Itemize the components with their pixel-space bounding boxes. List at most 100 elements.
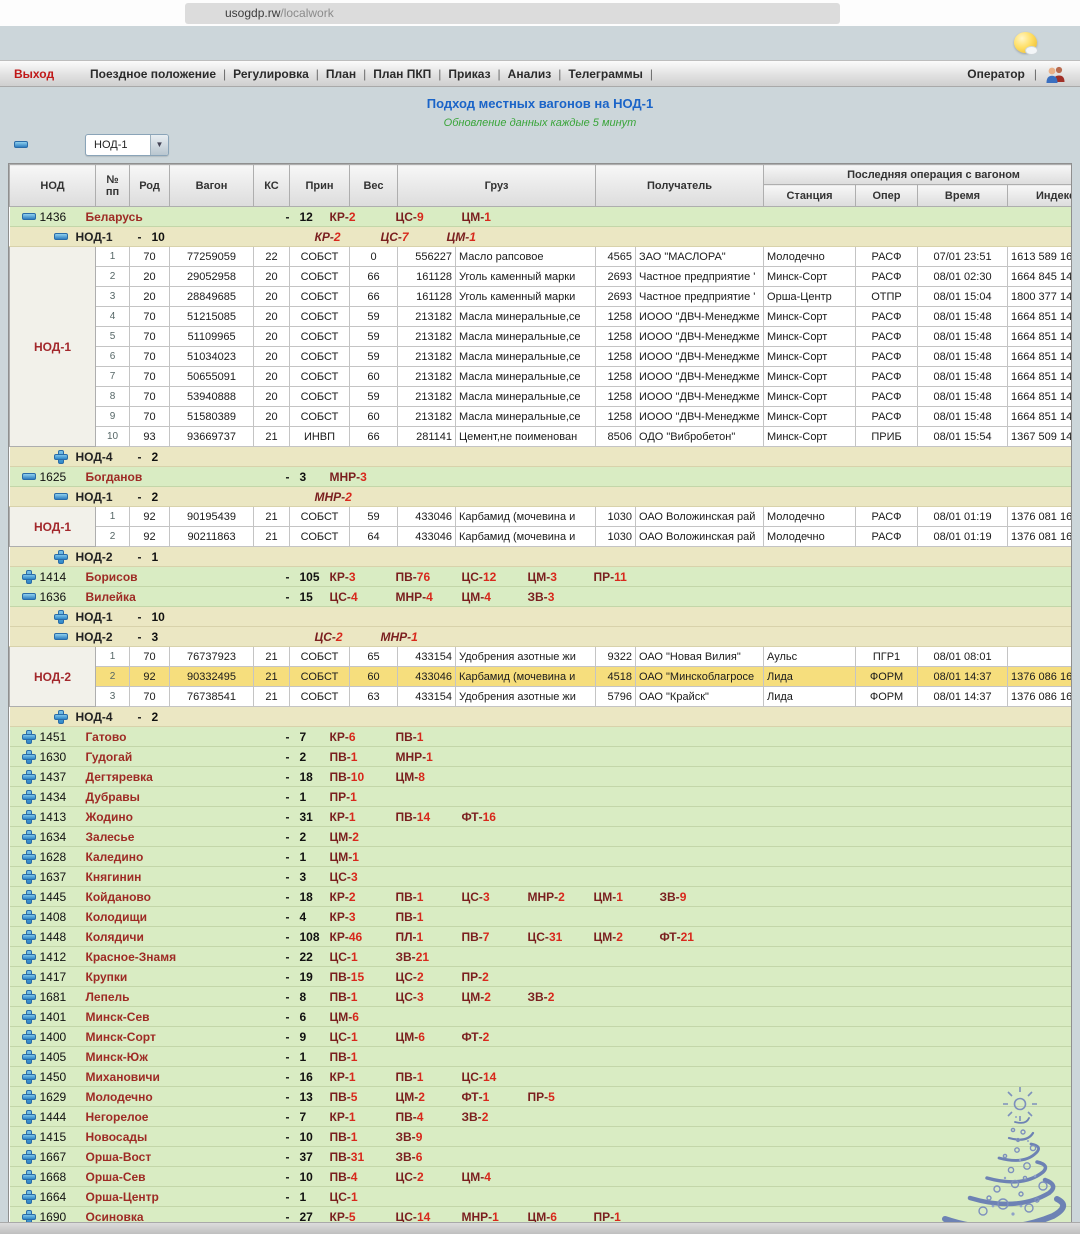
station-group-row[interactable]: 1668Орша-Сев-10ПВ-4ЦС-2ЦМ-4 [10, 1167, 1073, 1187]
station-group-row[interactable]: 1414Борисов-105КР-3ПВ-76ЦС-12ЦМ-3ПР-11 [10, 567, 1073, 587]
expand-icon[interactable] [22, 890, 36, 904]
wagon-row[interactable]: 2929021186321СОБСТ64433046Карбамид (моче… [10, 527, 1073, 547]
expand-icon[interactable] [22, 990, 36, 1004]
tree-toggle[interactable] [10, 950, 40, 964]
wagon-row[interactable]: 3202884968520СОБСТ66161128Уголь каменный… [10, 287, 1073, 307]
station-group-row[interactable]: 1413Жодино-31КР-1ПВ-14ФТ-16 [10, 807, 1073, 827]
station-group-row[interactable]: 1415Новосады-10ПВ-1ЗВ-9 [10, 1127, 1073, 1147]
station-group-row[interactable]: 1634Залесье-2ЦМ-2 [10, 827, 1073, 847]
exit-link[interactable]: Выход [14, 67, 86, 81]
tree-toggle[interactable] [10, 870, 40, 884]
tree-toggle[interactable] [54, 633, 76, 640]
tree-toggle[interactable] [54, 233, 76, 240]
station-group-row[interactable]: 1437Дегтяревка-18ПВ-10ЦМ-8 [10, 767, 1073, 787]
tree-toggle[interactable] [10, 850, 40, 864]
address-bar[interactable]: usogdp.rw/localwork [185, 3, 840, 24]
wagon-row[interactable]: 9705158038920СОБСТ60213182Масла минераль… [10, 407, 1073, 427]
nod-subgroup-row[interactable]: НОД-2-1 [10, 547, 1073, 567]
wagon-row[interactable]: 8705394088820СОБСТ59213182Масла минераль… [10, 387, 1073, 407]
tree-toggle[interactable] [10, 1090, 40, 1104]
expand-icon[interactable] [54, 710, 68, 724]
menu-item[interactable]: План ПКП [373, 67, 431, 81]
expand-icon[interactable] [54, 610, 68, 624]
expand-icon[interactable] [54, 550, 68, 564]
expand-icon[interactable] [22, 930, 36, 944]
station-group-row[interactable]: 1636Вилейка-15ЦС-4МНР-4ЦМ-4ЗВ-3 [10, 587, 1073, 607]
tree-toggle[interactable] [10, 570, 40, 584]
expand-icon[interactable] [22, 1190, 36, 1204]
nod-subgroup-row[interactable]: НОД-1-10КР-2ЦС-7ЦМ-1 [10, 227, 1073, 247]
wagon-row[interactable]: НОД-11707725905922СОБСТ0556227Масло рапс… [10, 247, 1073, 267]
tree-toggle[interactable] [10, 970, 40, 984]
station-group-row[interactable]: 1625Богданов-3МНР-3 [10, 467, 1073, 487]
tree-toggle[interactable] [54, 450, 76, 464]
tree-toggle[interactable] [10, 1150, 40, 1164]
tree-toggle[interactable] [10, 910, 40, 924]
station-group-row[interactable]: 1400Минск-Сорт-9ЦС-1ЦМ-6ФТ-2 [10, 1027, 1073, 1047]
chevron-down-icon[interactable]: ▼ [150, 135, 168, 155]
wagon-row[interactable]: 6705103402320СОБСТ59213182Масла минераль… [10, 347, 1073, 367]
wagon-row[interactable]: НОД-21707673792321СОБСТ65433154Удобрения… [10, 647, 1073, 667]
station-group-row[interactable]: 1681Лепель-8ПВ-1ЦС-3ЦМ-2ЗВ-2 [10, 987, 1073, 1007]
nod-subgroup-row[interactable]: НОД-4-2 [10, 707, 1073, 727]
chat-balloon-icon[interactable] [1014, 32, 1040, 56]
tree-toggle[interactable] [10, 1170, 40, 1184]
expand-icon[interactable] [22, 1170, 36, 1184]
station-group-row[interactable]: 1629Молодечно-13ПВ-5ЦМ-2ФТ-1ПР-5 [10, 1087, 1073, 1107]
station-group-row[interactable]: 1401Минск-Сев-6ЦМ-6 [10, 1007, 1073, 1027]
tree-toggle[interactable] [10, 770, 40, 784]
tree-toggle[interactable] [10, 790, 40, 804]
tree-toggle[interactable] [10, 890, 40, 904]
nod-subgroup-row[interactable]: НОД-4-2 [10, 447, 1073, 467]
collapse-icon[interactable] [22, 213, 36, 220]
station-group-row[interactable]: 1664Орша-Центр-1ЦС-1 [10, 1187, 1073, 1207]
station-group-row[interactable]: 1450Михановичи-16КР-1ПВ-1ЦС-14 [10, 1067, 1073, 1087]
tree-toggle[interactable] [10, 990, 40, 1004]
wagon-row[interactable]: 10939366973721ИНВП66281141Цемент,не поим… [10, 427, 1073, 447]
station-group-row[interactable]: 1434Дубравы-1ПР-1 [10, 787, 1073, 807]
wagon-row[interactable]: 2929033249521СОБСТ60433046Карбамид (моче… [10, 667, 1073, 687]
expand-icon[interactable] [22, 750, 36, 764]
expand-icon[interactable] [22, 870, 36, 884]
expand-icon[interactable] [22, 770, 36, 784]
menu-item[interactable]: План [326, 67, 356, 81]
operator-link[interactable]: Оператор [967, 67, 1025, 81]
station-group-row[interactable]: 1444Негорелое-7КР-1ПВ-4ЗВ-2 [10, 1107, 1073, 1127]
wagon-row[interactable]: НОД-11929019543921СОБСТ59433046Карбамид … [10, 507, 1073, 527]
menu-item[interactable]: Поездное положение [90, 67, 216, 81]
expand-icon[interactable] [22, 1150, 36, 1164]
tree-toggle[interactable] [54, 550, 76, 564]
horizontal-scrollbar[interactable] [0, 1222, 1080, 1234]
expand-icon[interactable] [22, 1010, 36, 1024]
tree-toggle[interactable] [10, 1050, 40, 1064]
expand-icon[interactable] [22, 1030, 36, 1044]
expand-icon[interactable] [22, 1110, 36, 1124]
expand-icon[interactable] [22, 1090, 36, 1104]
users-icon[interactable] [1044, 65, 1068, 83]
collapse-icon[interactable] [22, 473, 36, 480]
expand-icon[interactable] [22, 830, 36, 844]
tree-toggle[interactable] [10, 1030, 40, 1044]
station-group-row[interactable]: 1451Гатово-7КР-6ПВ-1 [10, 727, 1073, 747]
nod-subgroup-row[interactable]: НОД-2-3ЦС-2МНР-1 [10, 627, 1073, 647]
wagon-row[interactable]: 4705121508520СОБСТ59213182Масла минераль… [10, 307, 1073, 327]
nod-select[interactable]: НОД-1 ▼ [85, 134, 169, 156]
collapse-icon[interactable] [54, 633, 68, 640]
wagon-row[interactable]: 3707673854121СОБСТ63433154Удобрения азот… [10, 687, 1073, 707]
expand-icon[interactable] [54, 450, 68, 464]
tree-toggle[interactable] [54, 493, 76, 500]
expand-icon[interactable] [22, 790, 36, 804]
station-group-row[interactable]: 1637Княгинин-3ЦС-3 [10, 867, 1073, 887]
menu-item[interactable]: Приказ [448, 67, 490, 81]
station-group-row[interactable]: 1630Гудогай-2ПВ-1МНР-1 [10, 747, 1073, 767]
station-group-row[interactable]: 1448Колядичи-108КР-46ПЛ-1ПВ-7ЦС-31ЦМ-2ФТ… [10, 927, 1073, 947]
expand-icon[interactable] [22, 850, 36, 864]
expand-icon[interactable] [22, 910, 36, 924]
collapse-icon[interactable] [54, 493, 68, 500]
tree-toggle[interactable] [10, 810, 40, 824]
station-group-row[interactable]: 1436Беларусь-12КР-2ЦС-9ЦМ-1 [10, 207, 1073, 227]
expand-icon[interactable] [22, 730, 36, 744]
tree-toggle[interactable] [10, 213, 40, 220]
collapse-icon[interactable] [14, 141, 28, 148]
tree-toggle[interactable] [10, 830, 40, 844]
